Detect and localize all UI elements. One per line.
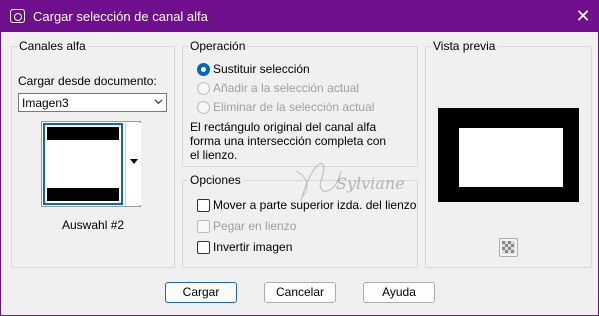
checkerboard-icon	[502, 241, 515, 254]
operation-legend: Operación	[188, 39, 248, 53]
window-title: Cargar selección de canal alfa	[33, 9, 208, 24]
load-from-document-label: Cargar desde documento:	[18, 74, 157, 88]
watermark-logo: Sylviane	[295, 163, 405, 202]
radio-add-to-selection-label: Añadir a la selección actual	[213, 81, 360, 95]
channel-name-caption: Auswahl #2	[62, 218, 125, 232]
checkbox-invert-image[interactable]	[197, 241, 210, 254]
radio-add-to-selection	[197, 82, 210, 95]
radio-remove-from-selection	[197, 101, 210, 114]
preview-legend: Vista previa	[431, 39, 498, 53]
alpha-channels-legend: Canales alfa	[17, 39, 88, 53]
preview-selection-area	[459, 128, 563, 187]
options-legend: Opciones	[188, 173, 243, 187]
dialog-window: Cargar selección de canal alfa ✕ Canales…	[0, 0, 599, 316]
preview-zoom-button[interactable]	[499, 238, 518, 257]
document-select[interactable]: Imagen3	[18, 93, 167, 112]
description-line: El rectángulo original del canal alfa	[190, 120, 377, 134]
watermark-text: Sylviane	[336, 174, 405, 193]
checkbox-paste-on-canvas-label: Pegar en lienzo	[213, 219, 297, 233]
channel-thumbnail[interactable]	[43, 123, 123, 205]
title-bar[interactable]: Cargar selección de canal alfa ✕	[1, 1, 598, 32]
radio-remove-from-selection-label: Eliminar de la selección actual	[213, 100, 375, 114]
radio-replace-selection[interactable]	[197, 63, 210, 76]
checkbox-move-top-left[interactable]	[197, 199, 210, 212]
thumbnail-dropdown-arrow[interactable]	[125, 123, 141, 205]
radio-replace-selection-label[interactable]: Sustituir selección	[213, 62, 310, 76]
close-button[interactable]: ✕	[569, 3, 597, 30]
camera-icon	[10, 9, 25, 23]
checkbox-invert-image-label[interactable]: Invertir imagen	[213, 240, 292, 254]
checkbox-paste-on-canvas	[197, 220, 210, 233]
close-icon: ✕	[575, 6, 591, 26]
load-button[interactable]: Cargar	[165, 282, 237, 303]
chevron-down-icon	[154, 99, 163, 105]
document-select-value: Imagen3	[22, 96, 69, 110]
help-button[interactable]: Ayuda	[363, 282, 435, 303]
channel-thumbnail-picker[interactable]	[41, 121, 141, 207]
cancel-button[interactable]: Cancelar	[264, 282, 336, 303]
